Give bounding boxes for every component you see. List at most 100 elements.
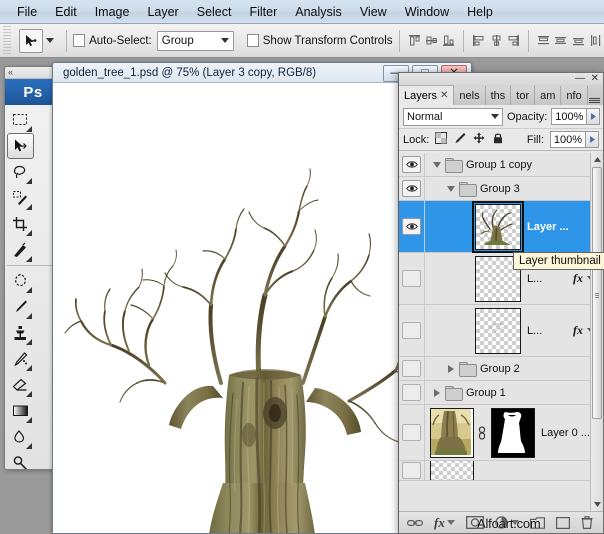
- lasso-tool[interactable]: [7, 159, 34, 185]
- eraser-tool[interactable]: [7, 372, 34, 398]
- gradient-tool[interactable]: [7, 398, 34, 424]
- visibility-cell[interactable]: [399, 461, 425, 480]
- link-layers-button[interactable]: [407, 518, 423, 528]
- dodge-tool[interactable]: [7, 450, 34, 470]
- opacity-slider-button[interactable]: [587, 108, 600, 125]
- disclosure-triangle-icon[interactable]: [445, 365, 457, 373]
- tab-layers[interactable]: Layers ✕: [399, 85, 454, 105]
- link-mask-icon[interactable]: [476, 426, 488, 440]
- flyout-triangle-icon[interactable]: [26, 339, 32, 345]
- add-layer-style-button[interactable]: fx: [434, 515, 455, 531]
- tab-paths[interactable]: ths: [486, 86, 512, 105]
- auto-select-checkbox[interactable]: [73, 34, 85, 47]
- disclosure-triangle-icon[interactable]: [431, 162, 443, 168]
- panel-scroll-thumb[interactable]: [592, 167, 602, 419]
- eye-icon[interactable]: [402, 180, 421, 197]
- layer-name[interactable]: Layer ...: [527, 221, 569, 233]
- panel-scroll-up-arrow-icon[interactable]: [591, 153, 603, 166]
- brush-tool[interactable]: [7, 294, 34, 320]
- layer-thumbnail[interactable]: [430, 461, 474, 481]
- blur-tool[interactable]: [7, 424, 34, 450]
- visibility-cell[interactable]: [399, 381, 425, 404]
- align-vertical-centers-icon[interactable]: [423, 31, 440, 50]
- tool-preset-picker[interactable]: [13, 28, 60, 54]
- layers-panel-scrollbar[interactable]: [590, 153, 603, 511]
- flyout-triangle-icon[interactable]: [26, 230, 32, 236]
- eye-icon-hidden[interactable]: [402, 360, 421, 377]
- layer-row-transparent-2[interactable]: L... fx: [399, 305, 603, 357]
- layer-name[interactable]: Layer 0 ...: [541, 427, 590, 439]
- flyout-triangle-icon[interactable]: [26, 287, 32, 293]
- fill-slider-button[interactable]: [586, 131, 599, 148]
- menu-item-help[interactable]: Help: [458, 3, 502, 21]
- history-brush-tool[interactable]: [7, 346, 34, 372]
- layer-row-group-1-copy[interactable]: Group 1 copy: [399, 153, 603, 177]
- rectangular-marquee-tool[interactable]: [7, 107, 34, 133]
- flyout-triangle-icon[interactable]: [26, 443, 32, 449]
- opacity-input[interactable]: 100%: [551, 108, 587, 125]
- visibility-cell[interactable]: [399, 201, 425, 252]
- layer-mask-thumbnail[interactable]: [491, 408, 535, 458]
- panel-minimize-button[interactable]: —: [575, 73, 585, 85]
- flyout-triangle-icon[interactable]: [26, 391, 32, 397]
- eye-icon[interactable]: [402, 218, 421, 235]
- eye-icon-hidden[interactable]: [402, 462, 421, 479]
- distribute-top-edges-icon[interactable]: [535, 31, 552, 50]
- new-group-button[interactable]: [530, 517, 545, 529]
- menu-item-view[interactable]: View: [351, 3, 396, 21]
- lock-image-pixels-icon[interactable]: [454, 131, 466, 149]
- layer-thumbnail[interactable]: [430, 408, 474, 458]
- layer-name[interactable]: Group 2: [480, 363, 520, 375]
- flyout-triangle-icon[interactable]: [26, 417, 32, 423]
- align-top-edges-icon[interactable]: [405, 31, 422, 50]
- fx-icon[interactable]: fx: [573, 271, 583, 286]
- menu-item-analysis[interactable]: Analysis: [286, 3, 351, 21]
- layer-row-group-2[interactable]: Group 2: [399, 357, 603, 381]
- visibility-cell[interactable]: [399, 177, 425, 200]
- eye-icon-hidden[interactable]: [402, 270, 421, 287]
- eye-icon-hidden[interactable]: [402, 384, 421, 401]
- panel-menu-icon[interactable]: [589, 98, 600, 103]
- menu-item-select[interactable]: Select: [188, 3, 241, 21]
- distribute-bottom-edges-icon[interactable]: [569, 31, 586, 50]
- flyout-triangle-icon[interactable]: [26, 178, 32, 184]
- eye-icon-hidden[interactable]: [402, 424, 421, 441]
- menu-item-edit[interactable]: Edit: [46, 3, 86, 21]
- add-layer-mask-button[interactable]: [466, 516, 484, 529]
- align-right-edges-icon[interactable]: [505, 31, 522, 50]
- tab-channels[interactable]: nels: [454, 86, 485, 105]
- layer-row-selected[interactable]: Layer ...: [399, 201, 603, 253]
- align-bottom-edges-icon[interactable]: [440, 31, 457, 50]
- layer-row-group-3[interactable]: Group 3: [399, 177, 603, 201]
- menu-item-file[interactable]: File: [8, 3, 46, 21]
- menu-item-layer[interactable]: Layer: [138, 3, 187, 21]
- visibility-cell[interactable]: [399, 253, 425, 304]
- disclosure-triangle-icon[interactable]: [445, 186, 457, 192]
- visibility-cell[interactable]: [399, 305, 425, 356]
- layer-name[interactable]: Group 1: [466, 387, 506, 399]
- layer-name[interactable]: Group 3: [480, 183, 520, 195]
- layer-name[interactable]: Group 1 copy: [466, 159, 532, 171]
- blend-mode-select[interactable]: Normal: [403, 108, 503, 126]
- fill-input[interactable]: 100%: [550, 131, 586, 148]
- tab-info[interactable]: nfo: [561, 86, 587, 105]
- new-adjustment-layer-button[interactable]: [495, 516, 519, 529]
- healing-brush-tool[interactable]: [7, 268, 34, 294]
- layer-thumbnail[interactable]: [475, 204, 521, 250]
- crop-tool[interactable]: [7, 211, 34, 237]
- layers-list[interactable]: Group 1 copy Group 3: [399, 153, 603, 511]
- flyout-triangle-icon[interactable]: [26, 365, 32, 371]
- layer-style-chevron-down-icon[interactable]: [447, 520, 455, 525]
- flyout-triangle-icon[interactable]: [26, 313, 32, 319]
- flyout-triangle-icon[interactable]: [26, 204, 32, 210]
- tab-histogram[interactable]: am: [535, 86, 561, 105]
- menu-item-window[interactable]: Window: [396, 3, 458, 21]
- menu-item-filter[interactable]: Filter: [240, 3, 286, 21]
- layer-row-partial[interactable]: [399, 461, 603, 481]
- eye-icon[interactable]: [402, 156, 421, 173]
- visibility-cell[interactable]: [399, 405, 425, 460]
- lock-transparent-pixels-icon[interactable]: [435, 131, 447, 149]
- panel-scroll-down-arrow-icon[interactable]: [591, 498, 603, 511]
- tab-close-icon[interactable]: ✕: [440, 90, 448, 101]
- delete-layer-button[interactable]: [581, 516, 593, 529]
